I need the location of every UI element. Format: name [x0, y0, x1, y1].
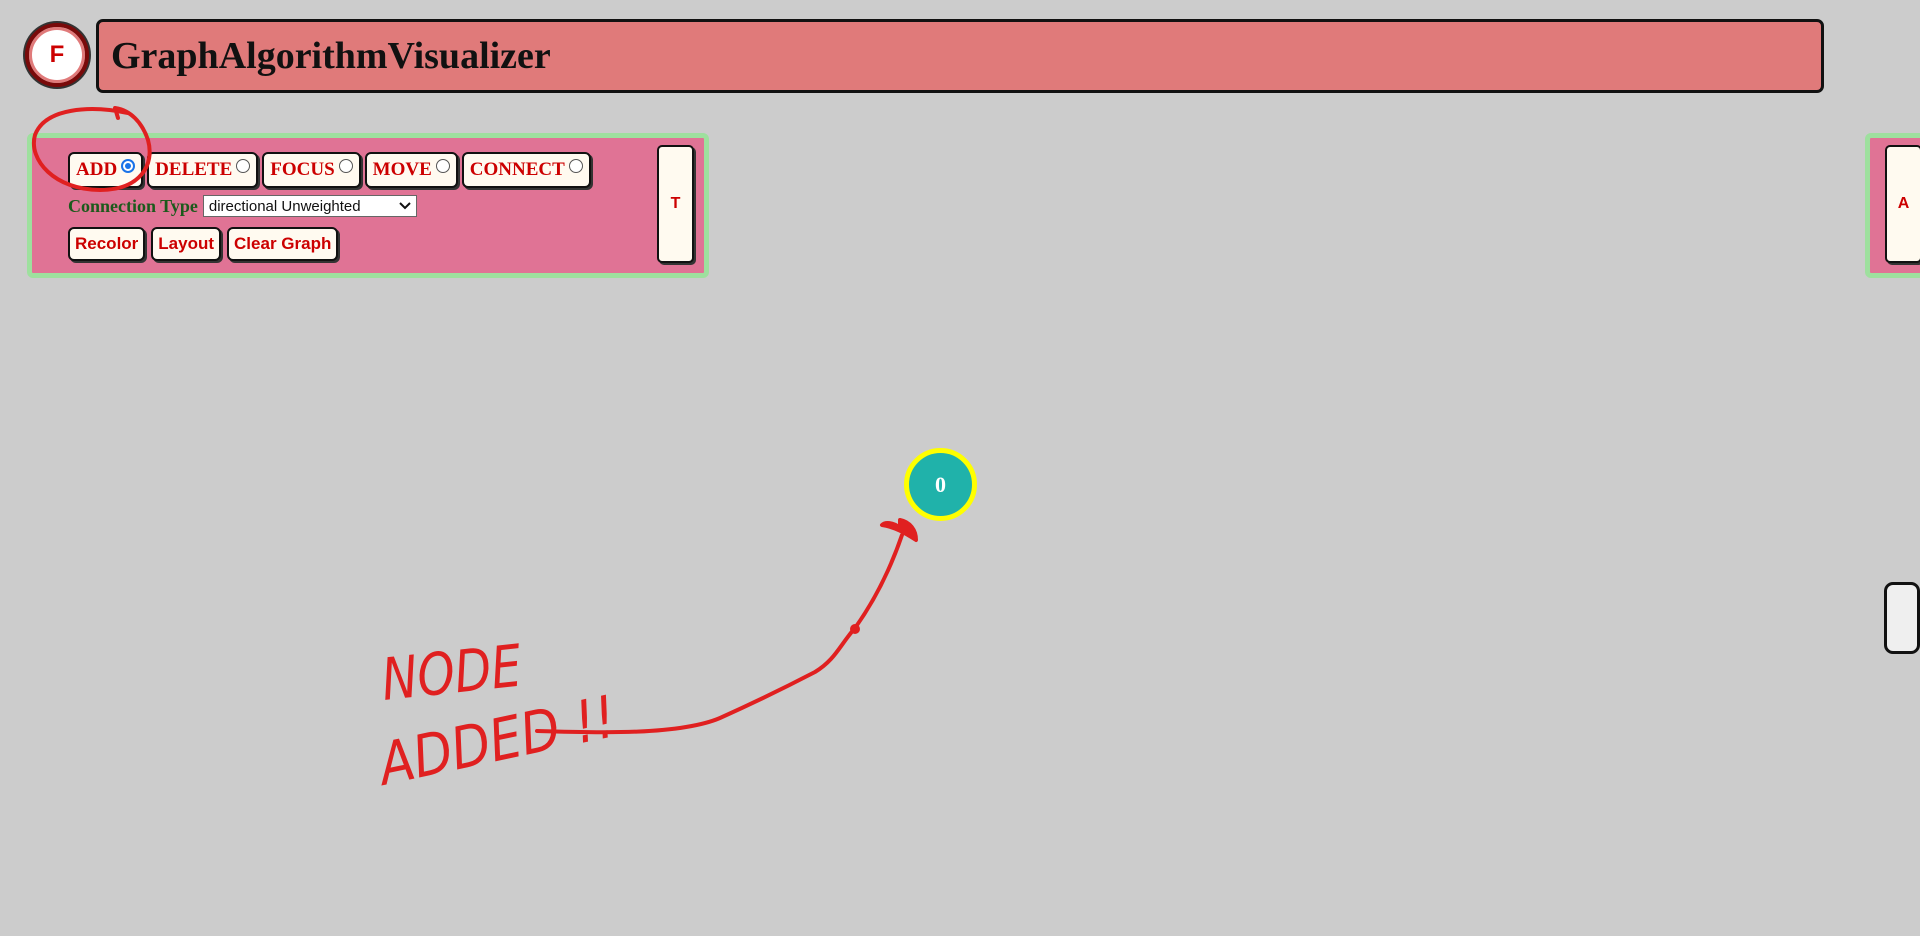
algorithm-panel-toggle-label: A: [1897, 195, 1910, 212]
connection-type-select[interactable]: directional Unweighted: [202, 195, 417, 217]
mode-focus-option[interactable]: FOCUS: [262, 152, 361, 188]
mode-selector: ADD DELETE FOCUS MOVE CONNECT: [68, 152, 591, 188]
app-logo[interactable]: F: [25, 23, 89, 87]
toggle-panel-label: T: [670, 195, 681, 212]
algorithm-panel: A: [1865, 133, 1920, 278]
mode-add-radio[interactable]: [121, 159, 136, 173]
mode-move-label: MOVE: [372, 159, 432, 180]
mode-delete-label: DELETE: [155, 159, 233, 180]
side-scroll-handle[interactable]: [1884, 582, 1920, 654]
layout-button[interactable]: Layout: [151, 227, 222, 261]
annotation-line-2: ADDED !!: [369, 682, 621, 799]
connection-type-value: directional Unweighted: [208, 197, 361, 215]
algorithm-panel-toggle-button[interactable]: A: [1885, 145, 1920, 263]
node-label: 0: [935, 471, 946, 497]
title-bar: GraphAlgorithmVisualizer: [96, 19, 1824, 93]
chevron-down-icon: [399, 202, 411, 210]
mode-move-radio[interactable]: [435, 159, 450, 173]
mode-connect-radio[interactable]: [568, 159, 583, 173]
connection-type-label: Connection Type: [68, 195, 198, 216]
recolor-button[interactable]: Recolor: [68, 227, 146, 261]
logo-letter: F: [49, 41, 65, 68]
mode-delete-radio[interactable]: [236, 159, 251, 173]
mode-add-label: ADD: [76, 159, 118, 180]
connection-type-row: Connection Type directional Unweighted: [68, 195, 417, 217]
control-panel: ADD DELETE FOCUS MOVE CONNECT Connection…: [27, 133, 709, 278]
mode-focus-radio[interactable]: [338, 159, 353, 173]
graph-node[interactable]: 0: [904, 448, 977, 521]
clear-graph-button[interactable]: Clear Graph: [227, 227, 339, 261]
mode-add-option[interactable]: ADD: [68, 152, 144, 188]
mode-move-option[interactable]: MOVE: [364, 152, 458, 188]
toggle-panel-button[interactable]: T: [657, 145, 694, 263]
arrow-head-icon: [880, 518, 918, 542]
action-buttons: Recolor Layout Clear Graph: [68, 227, 339, 261]
mode-connect-label: CONNECT: [469, 159, 565, 180]
annotation-arrow: [535, 533, 904, 735]
mode-focus-label: FOCUS: [270, 159, 335, 180]
mode-delete-option[interactable]: DELETE: [147, 152, 259, 188]
mode-connect-option[interactable]: CONNECT: [461, 152, 591, 188]
annotation-line-1: NODE: [378, 632, 525, 714]
page-title: GraphAlgorithmVisualizer: [111, 35, 551, 77]
